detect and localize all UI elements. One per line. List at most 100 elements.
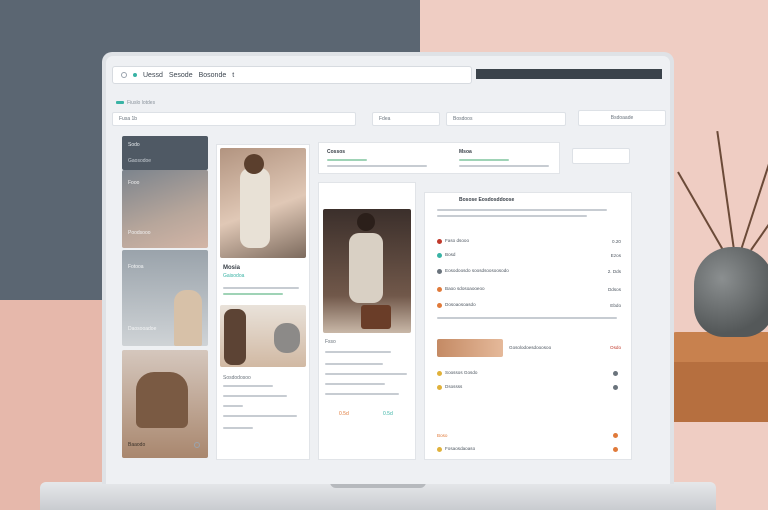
text-line <box>459 165 549 167</box>
status-dot-icon <box>133 73 137 77</box>
orange-dot-icon <box>437 302 442 308</box>
text-line <box>325 383 385 385</box>
spec-label: Dosoaosoasdo <box>445 302 476 308</box>
text-line <box>325 393 399 395</box>
text-line <box>223 395 287 397</box>
text-line <box>459 159 509 161</box>
spec-label: Gosolodoesdooosoo <box>509 344 552 350</box>
orange-dot-icon <box>437 286 442 292</box>
circle-icon <box>194 442 200 448</box>
figure-image <box>224 309 246 365</box>
card-title: Fooo <box>128 180 140 186</box>
head-image <box>244 154 264 174</box>
nav-label[interactable]: Sesode <box>169 72 193 79</box>
footer-label: Fosaosdaoaso <box>445 446 476 452</box>
nav-label[interactable]: Bosonde <box>199 72 227 79</box>
red-dot-icon <box>437 238 442 244</box>
card-title: Sodo <box>128 142 140 148</box>
search-input[interactable]: Fusa 1b <box>112 112 356 126</box>
spec-label: Faso dsooo <box>445 238 470 244</box>
spec-label: Bosd <box>445 252 456 258</box>
product-thumbnail <box>437 339 503 357</box>
orange-dot-icon <box>613 432 618 438</box>
text-line <box>325 363 383 365</box>
card[interactable]: Fotooa Daosooadoe <box>122 250 208 346</box>
text-line <box>437 317 617 319</box>
figure-image <box>240 168 270 248</box>
top-dark-bar <box>476 69 662 79</box>
teal-dot-icon <box>437 252 442 258</box>
teal-tag-icon <box>116 101 124 105</box>
filter-select-text: Fdea <box>379 116 391 122</box>
orange-dot-icon <box>613 446 618 452</box>
text-line <box>223 415 297 417</box>
card-column: Sodo Gaosodoe Fooo Poodsooo Fotooa Daoso… <box>122 136 208 458</box>
spec-label: Baoo sdosoaooeoo <box>445 286 485 292</box>
text-line <box>223 287 299 289</box>
product-desc: Sosdodosoo <box>223 375 251 381</box>
head-image <box>357 213 375 231</box>
product-subtitle: Gaisodoa <box>223 273 245 279</box>
shelf-front <box>672 362 768 422</box>
card[interactable]: Baaodo <box>122 350 208 458</box>
text-line <box>327 165 427 167</box>
spec-row: Dosoaosoasdo Ebdo <box>437 301 621 309</box>
spec-row: Baoo sdosoaooeoo Ddsos <box>437 285 621 293</box>
yellow-dot-icon <box>437 370 442 376</box>
stat-value: 0.5d <box>339 411 349 417</box>
footer-row: Boso <box>437 431 621 439</box>
stat-value: 0.5d <box>383 411 393 417</box>
footer-row: Fosaosdaoaso <box>437 445 621 453</box>
action-button-label: Bsdoaade <box>610 115 634 121</box>
filter-select[interactable]: Bosdoos <box>446 112 566 126</box>
card-subtitle: Daosooadoe <box>128 326 157 332</box>
action-button[interactable]: Bsdoaade <box>578 110 666 126</box>
product-image[interactable] <box>220 305 306 367</box>
bag-image <box>136 372 188 428</box>
bag-image <box>361 305 391 329</box>
plant-pot <box>694 247 768 337</box>
card[interactable]: Sodo Gaosodoe <box>122 136 208 170</box>
card-title: Baaodo <box>128 442 146 448</box>
vase-image <box>174 290 202 346</box>
spec-row: Faso dsooo 0.20 <box>437 237 621 245</box>
detail-card: Fsso 0.5d 0.5d <box>318 182 416 460</box>
summary-row: Soossos Gosdo <box>437 369 621 377</box>
footer-label: Boso <box>437 432 448 438</box>
yellow-dot-icon <box>437 446 442 452</box>
figure-image <box>349 233 383 303</box>
product-image[interactable] <box>323 209 411 333</box>
yellow-dot-icon <box>437 384 442 390</box>
gray-dot-icon <box>613 384 618 390</box>
card[interactable]: Fooo Poodsooo <box>122 170 208 248</box>
spec-value: Osdo <box>610 344 621 350</box>
filter-select-text: Bosdoos <box>453 116 473 122</box>
spec-value: 0.20 <box>612 238 621 244</box>
filter-select[interactable]: Fdea <box>372 112 440 126</box>
nav-label[interactable]: t <box>232 72 234 79</box>
product-image[interactable] <box>220 148 306 258</box>
spec-value: Ezos <box>610 252 621 258</box>
card-subtitle: Gaosodoe <box>128 158 152 164</box>
spec-value: Ebdo <box>610 302 621 308</box>
product-column: Mosia Gaisodoa Sosdodosoo <box>216 144 310 460</box>
spec-value: Ddsos <box>607 286 621 292</box>
spec-panel: Bosose Eosdosddoose Faso dsooo 0.20 Bosd E… <box>424 192 632 460</box>
text-line <box>325 373 407 375</box>
card-caption: Fsso <box>325 339 336 345</box>
card-subtitle: Poodsooo <box>128 230 151 236</box>
panel-heading: Msoa <box>459 149 472 155</box>
gray-dot-icon <box>437 268 442 274</box>
spec-row: Eosodoosdo soosdsoosoosodo 2. Dds <box>437 267 621 275</box>
nav-label[interactable]: Uessd <box>143 72 163 79</box>
summary-label: Dsossss <box>445 384 463 390</box>
summary-row: Dsossss <box>437 383 621 391</box>
text-line <box>223 293 283 295</box>
top-navigation-bar[interactable]: Uessd Sesode Bosonde t <box>112 66 472 84</box>
spec-row: Bosd Ezos <box>437 251 621 259</box>
product-title: Mosia <box>223 265 241 271</box>
spec-row: Gosolodoesdooosoo Osdo <box>509 343 621 351</box>
sort-select[interactable] <box>572 148 630 164</box>
text-line <box>437 209 607 211</box>
screen: Uessd Sesode Bosonde t Fiuslo lotdes Fus… <box>106 56 670 484</box>
